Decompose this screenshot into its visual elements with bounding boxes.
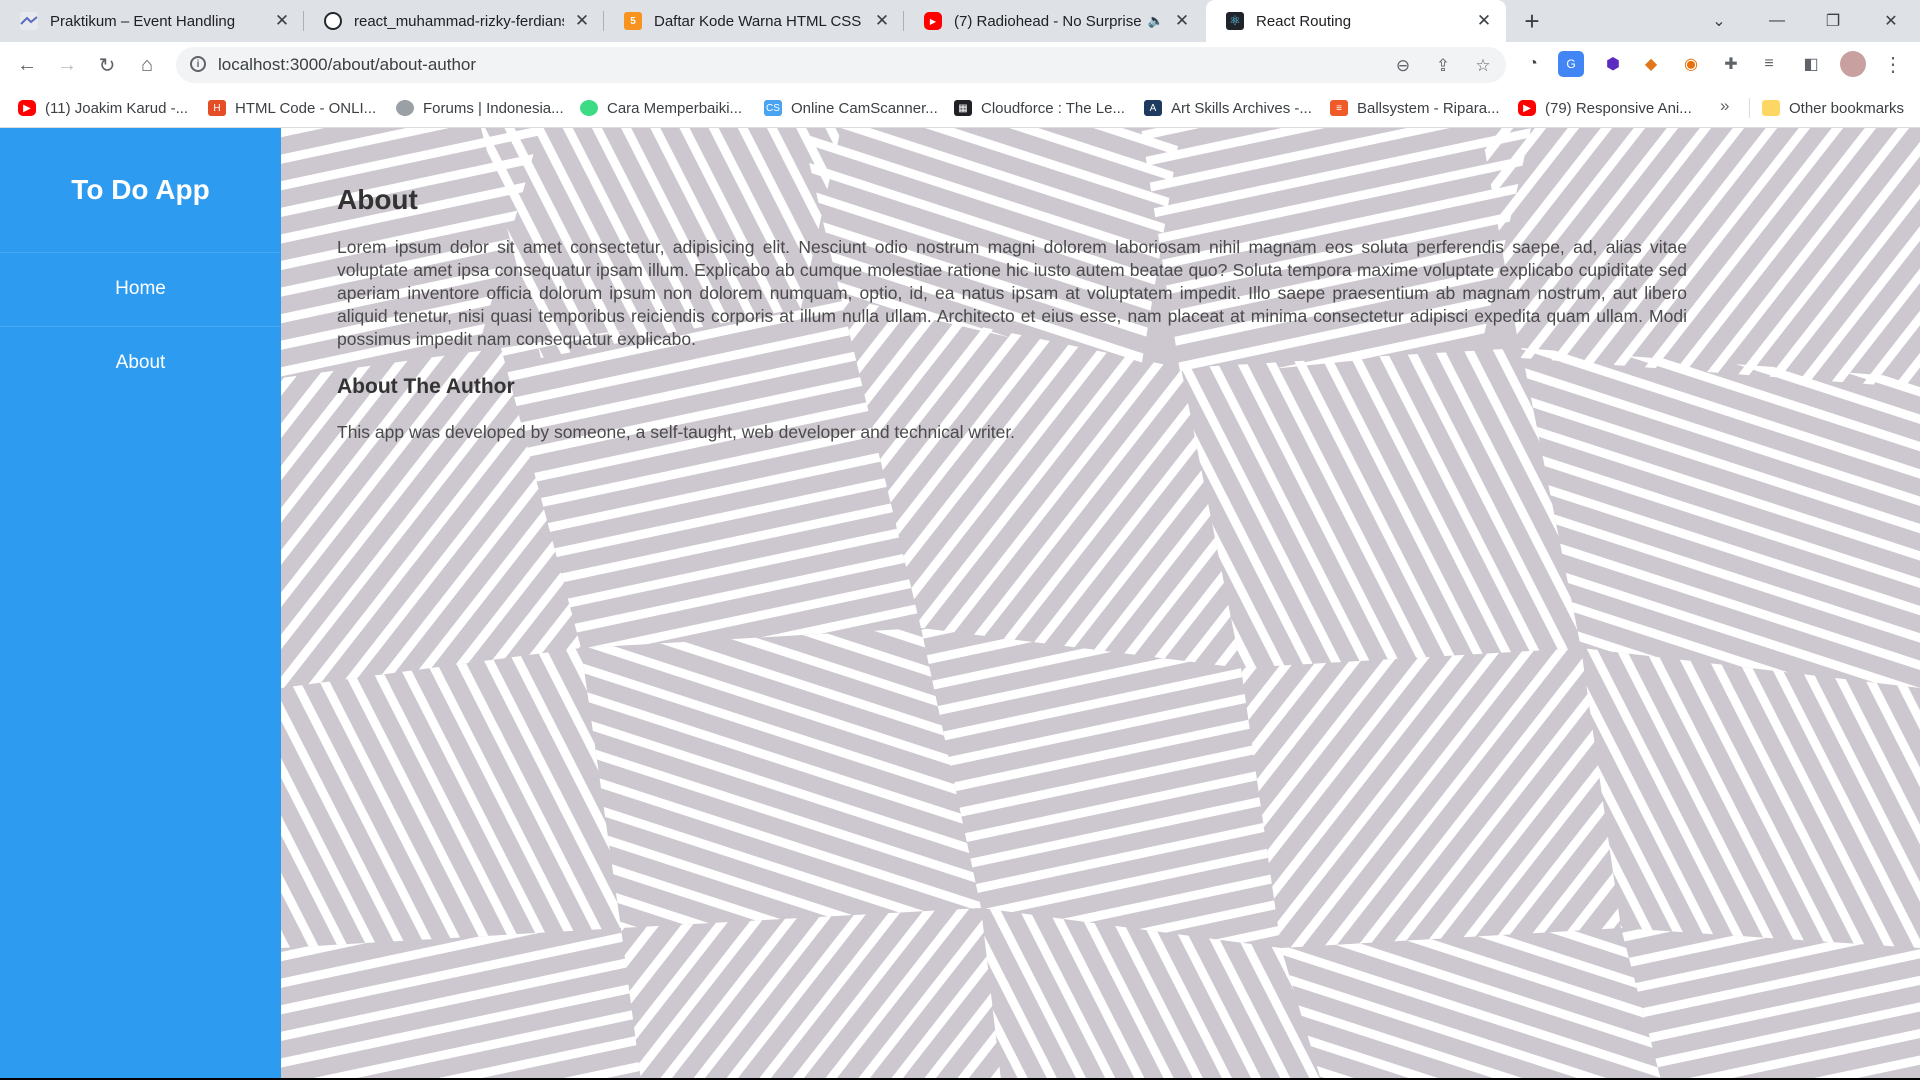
- extensions-puzzle-icon[interactable]: ✚: [1718, 51, 1744, 77]
- minimize-icon[interactable]: —: [1752, 0, 1802, 42]
- sidebar: To Do App Home About: [0, 128, 281, 1080]
- address-bar[interactable]: i localhost:3000/about/about-author ⊖ ⇪ …: [176, 47, 1506, 83]
- tab-title: react_muhammad-rizky-ferdiansy: [354, 12, 564, 30]
- bookmark-item[interactable]: ▶ (79) Responsive Ani...: [1518, 88, 1692, 128]
- bookmark-item[interactable]: H HTML Code - ONLI...: [208, 88, 376, 128]
- browser-tab-strip: Praktikum – Event Handling ✕ react_muham…: [0, 0, 1920, 42]
- bookmark-label: Forums | Indonesia...: [423, 99, 564, 117]
- more-bookmarks-icon[interactable]: »: [1720, 96, 1729, 116]
- close-icon[interactable]: ✕: [872, 11, 892, 31]
- zoom-icon[interactable]: ⊖: [1392, 55, 1414, 77]
- forum-icon: [396, 100, 414, 116]
- metamask-icon[interactable]: ◆: [1638, 51, 1664, 77]
- bookmark-item[interactable]: Forums | Indonesia...: [396, 88, 564, 128]
- extension-badge-icon[interactable]: ⬢: [1600, 51, 1626, 77]
- speaker-icon[interactable]: 🔈: [1148, 13, 1164, 29]
- tab-title: (7) Radiohead - No Surprises: [954, 12, 1142, 30]
- nav-link-home[interactable]: Home: [0, 253, 281, 325]
- performance-icon[interactable]: ◔: [1520, 51, 1546, 77]
- browser-tab[interactable]: 5 Daftar Kode Warna HTML CSS Le ✕: [604, 0, 904, 42]
- tab-title: React Routing: [1256, 12, 1352, 30]
- bookmark-label: Cloudforce : The Le...: [981, 99, 1125, 117]
- media-queue-icon[interactable]: ≡: [1756, 51, 1782, 77]
- author-text: This app was developed by someone, a sel…: [337, 422, 1016, 442]
- reload-icon[interactable]: ↻: [92, 50, 122, 80]
- youtube-icon: ▶: [924, 12, 942, 30]
- bookmark-item[interactable]: CS Online CamScanner...: [764, 88, 938, 128]
- back-icon[interactable]: ←: [12, 50, 42, 80]
- home-icon[interactable]: ⌂: [132, 50, 162, 80]
- youtube-icon: ▶: [1518, 100, 1536, 116]
- bookmark-item[interactable]: ▶ (11) Joakim Karud -...: [18, 88, 188, 128]
- android-icon: [580, 100, 598, 116]
- browser-tab[interactable]: ▶ (7) Radiohead - No Surprises 🔈 ✕: [904, 0, 1204, 42]
- restore-icon[interactable]: ❐: [1808, 0, 1858, 42]
- page-title: About: [337, 184, 418, 215]
- app-brand[interactable]: To Do App: [0, 174, 281, 206]
- bookmark-label: Ballsystem - Ripara...: [1357, 99, 1500, 117]
- bookmark-item[interactable]: A Art Skills Archives -...: [1144, 88, 1312, 128]
- close-icon[interactable]: ✕: [572, 11, 592, 31]
- bookmark-item[interactable]: ≡ Ballsystem - Ripara...: [1330, 88, 1500, 128]
- side-panel-icon[interactable]: ◧: [1798, 51, 1824, 77]
- section-heading: About The Author: [337, 375, 515, 398]
- window-close-icon[interactable]: ✕: [1866, 0, 1916, 42]
- bookmark-item[interactable]: ▦ Cloudforce : The Le...: [954, 88, 1125, 128]
- about-body-text: Lorem ipsum dolor sit amet consectetur, …: [337, 237, 1687, 349]
- html5-icon: 5: [624, 12, 642, 30]
- url-text[interactable]: localhost:3000/about/about-author: [218, 55, 476, 75]
- nav-link-about[interactable]: About: [0, 327, 281, 399]
- bookmark-label: Cara Memperbaiki...: [607, 99, 743, 117]
- cloudforce-icon: ▦: [954, 100, 972, 116]
- bookmarks-bar: ▶ (11) Joakim Karud -... H HTML Code - O…: [0, 88, 1920, 128]
- browser-tab[interactable]: Praktikum – Event Handling ✕: [0, 0, 304, 42]
- forward-icon[interactable]: →: [52, 50, 82, 80]
- bookmark-item[interactable]: Cara Memperbaiki...: [580, 88, 742, 128]
- tab-search-icon[interactable]: ⌄: [1694, 0, 1744, 42]
- github-icon: [324, 12, 342, 30]
- main-content: About Lorem ipsum dolor sit amet consect…: [281, 128, 1920, 1080]
- react-icon: ⚛: [1226, 12, 1244, 30]
- other-bookmarks[interactable]: Other bookmarks: [1762, 88, 1904, 128]
- close-icon[interactable]: ✕: [1474, 11, 1494, 31]
- bookmark-label: Online CamScanner...: [791, 99, 938, 117]
- info-icon[interactable]: i: [190, 56, 206, 72]
- new-tab-icon[interactable]: +: [1518, 6, 1546, 36]
- bookmark-label: Art Skills Archives -...: [1171, 99, 1312, 117]
- bookmark-label: (79) Responsive Ani...: [1545, 99, 1692, 117]
- tab-title: Daftar Kode Warna HTML CSS Le: [654, 12, 864, 30]
- art-skills-icon: A: [1144, 100, 1162, 116]
- camscanner-icon: CS: [764, 100, 782, 116]
- site-icon: [20, 12, 38, 30]
- share-icon[interactable]: ⇪: [1432, 55, 1454, 77]
- tab-title: Praktikum – Event Handling: [50, 12, 236, 30]
- bookmark-label: HTML Code - ONLI...: [235, 99, 377, 117]
- close-icon[interactable]: ✕: [1172, 11, 1192, 31]
- youtube-icon: ▶: [18, 100, 36, 116]
- about-article: About Lorem ipsum dolor sit amet consect…: [337, 184, 1687, 444]
- bookmark-label: Other bookmarks: [1789, 99, 1905, 117]
- close-icon[interactable]: ✕: [272, 11, 292, 31]
- browser-toolbar: ← → ↻ ⌂ i localhost:3000/about/about-aut…: [0, 42, 1920, 88]
- extension-orange-icon[interactable]: ◉: [1678, 51, 1704, 77]
- bookmark-star-icon[interactable]: ☆: [1472, 55, 1494, 77]
- browser-tab-active[interactable]: ⚛ React Routing ✕: [1206, 0, 1506, 42]
- ballsystem-icon: ≡: [1330, 100, 1348, 116]
- bookmark-label: (11) Joakim Karud -...: [45, 99, 189, 117]
- folder-icon: [1762, 100, 1780, 116]
- translate-icon[interactable]: G: [1558, 51, 1584, 77]
- page-viewport: To Do App Home About About Lorem ipsum d…: [0, 128, 1920, 1080]
- browser-tab[interactable]: react_muhammad-rizky-ferdiansy ✕: [304, 0, 604, 42]
- avatar[interactable]: [1840, 51, 1866, 77]
- menu-kebab-icon[interactable]: ⋮: [1880, 51, 1906, 77]
- html-code-icon: H: [208, 100, 226, 116]
